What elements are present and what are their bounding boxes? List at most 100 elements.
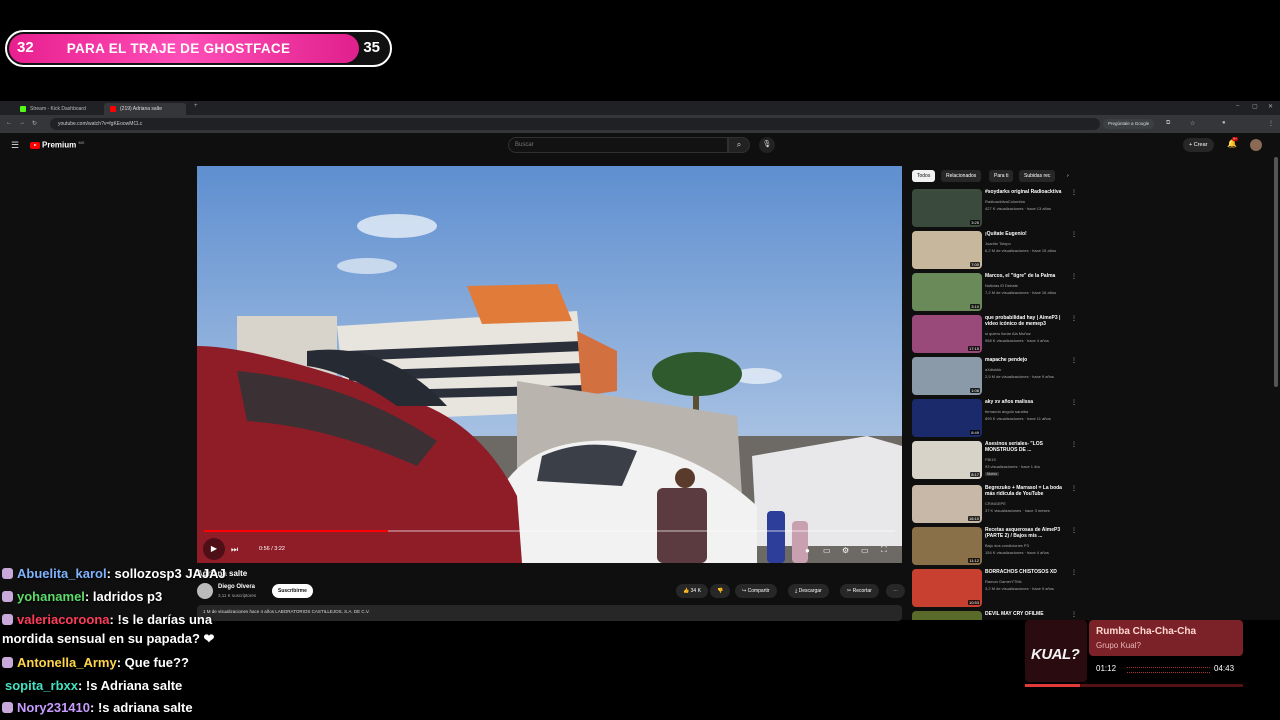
list-item[interactable]: 7:00 ¡Quítate Eugenio! Juanito Tolopo 6,… [912,231,1077,269]
chip-para-ti[interactable]: Para ti [989,170,1014,182]
list-item[interactable]: 10:53 BORRACHOS CHISTOSOS XD Ramon Gamer… [912,569,1077,607]
more-actions-button[interactable]: ⋯ [886,584,905,598]
list-item[interactable]: 8:49 aky xv años malissa fernando angulo… [912,399,1077,437]
reload-icon[interactable]: ↻ [32,120,37,127]
video-progress-fill [204,530,389,532]
download-button[interactable]: ⤓ Descargar [788,584,829,598]
fullscreen-icon[interactable]: ⛶ [881,545,887,555]
kebab-menu-icon[interactable]: ⋮ [1071,485,1077,492]
list-item[interactable]: 1:08 mapache pendejo aXdiokkk 2,5 M de v… [912,357,1077,395]
kebab-menu-icon[interactable]: ⋮ [1071,357,1077,364]
chat-message: sopita_rbxx: !s Adriana salte [5,678,183,693]
video-progress-bar[interactable] [204,530,895,532]
close-window-icon[interactable]: ✕ [1268,103,1273,110]
video-thumbnail: 3:25 [912,189,982,227]
share-button[interactable]: ↪ Compartir [735,584,777,598]
channel-name[interactable]: Diego Olvera [218,584,255,590]
video-thumbnail: 11:12 [912,527,982,565]
chat-message: Abuelita_karol: sollozosp3 JAJAJ [2,566,226,581]
kebab-menu-icon[interactable]: ⋮ [1071,315,1077,322]
list-item[interactable]: DEVIL MAY CRY OFILME ⋮ [912,611,1077,620]
url-field[interactable]: youtube.com/watch?v=fgKEoowMCLc [50,118,1100,130]
tab-kick-dashboard[interactable]: Stream - Kick Dashboard [14,103,98,115]
notifications-bell-icon[interactable]: 🔔 9+ [1227,137,1238,148]
video-thumbnail: 10:53 [912,569,982,607]
theater-mode-icon[interactable]: ▭ [861,546,869,555]
page-scrollbar[interactable] [1274,157,1278,387]
youtube-logo-icon [30,142,40,150]
youtube-premium-logo[interactable]: Premium MX [30,140,84,150]
list-item[interactable]: 3:25 #soydarks original Radioacktiva Rad… [912,189,1077,227]
video-player[interactable]: ▶ ⏭ 0:56 / 3:22 ● ▭ ⚙ ▭ ⛶ [197,166,902,563]
chip-relacionados[interactable]: Relacionados [941,170,982,182]
new-badge: Nuevo [985,472,1000,476]
settings-gear-icon[interactable]: ⚙ [842,546,849,555]
kebab-menu-icon[interactable]: ⋮ [1071,399,1077,406]
list-item[interactable]: 8:17 Asesinos seriales- "LOS MONSTRUOS D… [912,441,1077,479]
autoplay-toggle-icon[interactable]: ● [805,546,810,555]
rec-channel: FBI19 [985,457,996,462]
chat-message: yohanamel: ladridos p3 [2,589,162,604]
kebab-menu-icon[interactable]: ⋮ [1071,273,1077,280]
search-input[interactable]: Buscar [508,137,728,153]
account-avatar[interactable] [1250,139,1262,151]
video-thumbnail: 3:10 [912,273,982,311]
chevron-right-icon[interactable]: › [1062,170,1074,182]
tab-strip: Stream - Kick Dashboard (219) Adriana sa… [0,101,1280,115]
kebab-menu-icon[interactable]: ⋮ [1071,189,1077,196]
profile-icon[interactable]: ● [1222,120,1226,126]
bookmark-star-icon[interactable]: ☆ [1190,120,1195,127]
maximize-icon[interactable]: ▢ [1252,103,1258,110]
goal-label: PARA EL TRAJE DE GHOSTFACE [66,41,291,56]
list-item[interactable]: 16:10 Begrezuko + Marrasol = La boda más… [912,485,1077,523]
next-video-icon[interactable]: ⏭ [231,545,238,555]
chip-subidas-recientes[interactable]: Subidas rec [1019,170,1056,182]
youtube-header: ☰ Premium MX Buscar ⌕ 🎙 + Crear 🔔 9+ [0,133,1280,157]
forward-icon[interactable]: → [19,120,25,126]
channel-avatar[interactable] [197,583,213,599]
chat-message-continued: mordida sensual en su papada? ❤ [2,631,215,646]
scissors-icon: ✂ [847,588,852,594]
list-item[interactable]: 17:15 que probabilidad hay | AimeP3 | vi… [912,315,1077,353]
goal-target: 35 [363,39,380,56]
video-thumbnail: 8:49 [912,399,982,437]
like-button[interactable]: 👍 34 K [676,584,708,598]
subscriber-count: 3,11 K suscriptores [218,593,257,598]
track-progress-bar [1025,684,1243,687]
track-elapsed: 01:12 [1096,664,1117,673]
browser-menu-icon[interactable]: ⋮ [1268,120,1274,127]
kebab-menu-icon[interactable]: ⋮ [1071,527,1077,534]
kebab-menu-icon[interactable]: ⋮ [1071,441,1077,448]
dislike-button[interactable]: 👎 [710,584,731,598]
list-item[interactable]: 3:10 Marcos, el "tigre" de la Palma Noti… [912,273,1077,311]
extension-icon[interactable]: ⧉ [1166,120,1170,127]
search-button[interactable]: ⌕ [728,137,750,153]
chip-todos[interactable]: Todos [912,170,936,182]
chat-badge-icon [2,591,13,602]
rec-channel: Noticias El Debate [985,283,1018,288]
rec-meta: 154 K visualizaciones · hace 4 años [985,550,1049,555]
thumbs-down-icon: 👎 [717,588,724,594]
new-tab-icon[interactable]: + [194,103,198,109]
kebab-menu-icon[interactable]: ⋮ [1071,611,1077,618]
clip-button[interactable]: ✂ Recortar [840,584,879,598]
now-playing-widget: KUAL? Rumba Cha-Cha-Cha Grupo Kual? 01:1… [1025,620,1243,690]
chat-badge-icon [2,657,13,668]
list-item[interactable]: 11:12 Recetas asquerosas de AimeP3 (PART… [912,527,1077,565]
ask-google-button[interactable]: Pregúntale a Google [1103,119,1155,129]
video-thumbnail: 7:00 [912,231,982,269]
captions-icon[interactable]: ▭ [823,546,831,555]
hamburger-menu-icon[interactable]: ☰ [11,140,19,151]
voice-search-icon[interactable]: 🎙 [759,137,775,153]
minimize-icon[interactable]: – [1236,103,1239,109]
donation-goal-bar: 32 PARA EL TRAJE DE GHOSTFACE 35 [5,30,392,67]
kebab-menu-icon[interactable]: ⋮ [1071,231,1077,238]
kebab-menu-icon[interactable]: ⋮ [1071,569,1077,576]
tab-youtube-video[interactable]: (219) Adriana salte [104,103,186,115]
chat-message: Nory231410: !s adriana salte [2,700,193,715]
create-button[interactable]: + Crear [1183,138,1214,152]
video-description-box[interactable]: 1 M de visualizaciones hace 4 años LABOR… [197,605,902,621]
subscribe-button[interactable]: Suscribirme [272,584,313,598]
back-icon[interactable]: ← [6,120,12,126]
play-button[interactable]: ▶ [203,538,225,560]
